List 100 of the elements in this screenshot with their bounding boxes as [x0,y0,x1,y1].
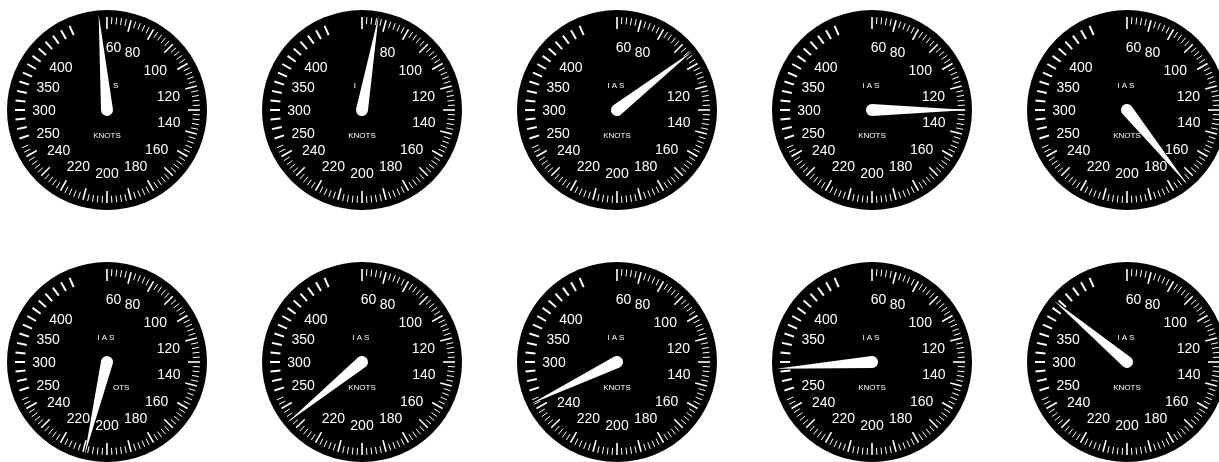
scale-label: 300 [32,102,56,118]
scale-label: 200 [860,417,884,433]
scale-label: 240 [1067,394,1091,411]
scale-label: 240 [1067,142,1091,159]
scale-label: 160 [909,140,934,157]
dial-title: IAS [1117,333,1137,342]
scale-label: 80 [1144,296,1161,313]
scale-label: 200 [605,165,629,181]
scale-label: 100 [398,61,422,78]
scale-label: 220 [831,410,856,427]
scale-label: 160 [399,392,424,409]
scale-label: 100 [1163,61,1187,78]
unit-label: KNOTS [348,131,376,140]
scale-label: 140 [157,114,181,130]
scale-label: 140 [157,366,181,382]
scale-label: 60 [615,39,632,56]
scale-label: 140 [1177,366,1201,382]
scale-label: 400 [559,59,583,76]
unit-label: OTS [113,383,130,392]
unit-label: KNOTS [93,131,121,140]
scale-label: 400 [814,311,838,328]
scale-label: 250 [36,376,60,393]
scale-label: 250 [36,124,60,141]
scale-label: 140 [412,114,436,130]
scale-label: 240 [47,142,71,159]
scale-label: 160 [399,140,424,157]
scale-label: 160 [144,392,169,409]
scale-label: 120 [156,87,181,104]
scale-label: 350 [546,79,570,96]
scale-label: 200 [605,417,629,433]
scale-label: 100 [908,61,932,78]
scale-label: 200 [350,417,374,433]
unit-label: KNOTS [1113,131,1141,140]
unit-label: KNOTS [603,383,631,392]
scale-label: 60 [105,39,122,56]
dial-title: IAS [862,333,882,342]
scale-label: 180 [378,410,403,427]
scale-label: 300 [797,102,821,118]
scale-label: 160 [909,392,934,409]
scale-label: 120 [1176,339,1201,356]
scale-label: 400 [559,311,583,328]
scale-label: 160 [144,140,169,157]
scale-label: 240 [812,142,836,159]
scale-label: 180 [888,410,913,427]
scale-label: 240 [557,142,581,159]
scale-label: 250 [801,376,825,393]
scale-label: 160 [1164,392,1189,409]
scale-label: 250 [1056,124,1080,141]
scale-label: 120 [1176,87,1201,104]
scale-label: 220 [576,158,601,175]
scale-label: 60 [360,291,377,308]
scale-label: 80 [634,296,651,313]
scale-label: 300 [542,102,566,118]
scale-label: 140 [1177,114,1201,130]
scale-label: 140 [667,366,691,382]
dial-title: IAS [607,333,627,342]
dial-title: S [113,81,121,90]
scale-label: 220 [321,410,346,427]
unit-label: KNOTS [348,383,376,392]
scale-label: 400 [1069,59,1093,76]
scale-label: 160 [654,392,679,409]
scale-label: 220 [831,158,856,175]
scale-label: 140 [412,366,436,382]
unit-label: KNOTS [1113,383,1141,392]
scale-label: 160 [654,140,679,157]
scale-label: 60 [870,39,887,56]
scale-label: 400 [814,59,838,76]
scale-label: 100 [653,313,677,330]
scale-label: 220 [1086,158,1111,175]
scale-label: 350 [36,331,60,348]
scale-label: 200 [1115,165,1139,181]
scale-label: 80 [379,296,396,313]
dial-title: IAS [1117,81,1137,90]
scale-label: 80 [379,44,396,61]
scale-label: 250 [291,376,315,393]
scale-label: 140 [667,114,691,130]
scale-label: 350 [546,331,570,348]
scale-label: 80 [634,44,651,61]
scale-label: 220 [1086,410,1111,427]
dial-title: IAS [607,81,627,90]
scale-label: 200 [350,165,374,181]
scale-label: 250 [546,124,570,141]
scale-label: 350 [801,79,825,96]
scale-label: 250 [801,124,825,141]
scale-label: 220 [576,410,601,427]
scale-label: 350 [1056,79,1080,96]
scale-label: 400 [49,59,73,76]
scale-label: 240 [302,142,326,159]
scale-label: 180 [1143,410,1168,427]
scale-label: 120 [666,87,691,104]
scale-label: 400 [49,311,73,328]
scale-label: 80 [124,296,141,313]
scale-label: 180 [1143,158,1168,175]
scale-label: 80 [889,296,906,313]
scale-label: 400 [304,311,328,328]
scale-label: 80 [889,44,906,61]
unit-label: KNOTS [858,131,886,140]
scale-label: 140 [922,366,946,382]
scale-label: 100 [398,313,422,330]
unit-label: KNOTS [603,131,631,140]
